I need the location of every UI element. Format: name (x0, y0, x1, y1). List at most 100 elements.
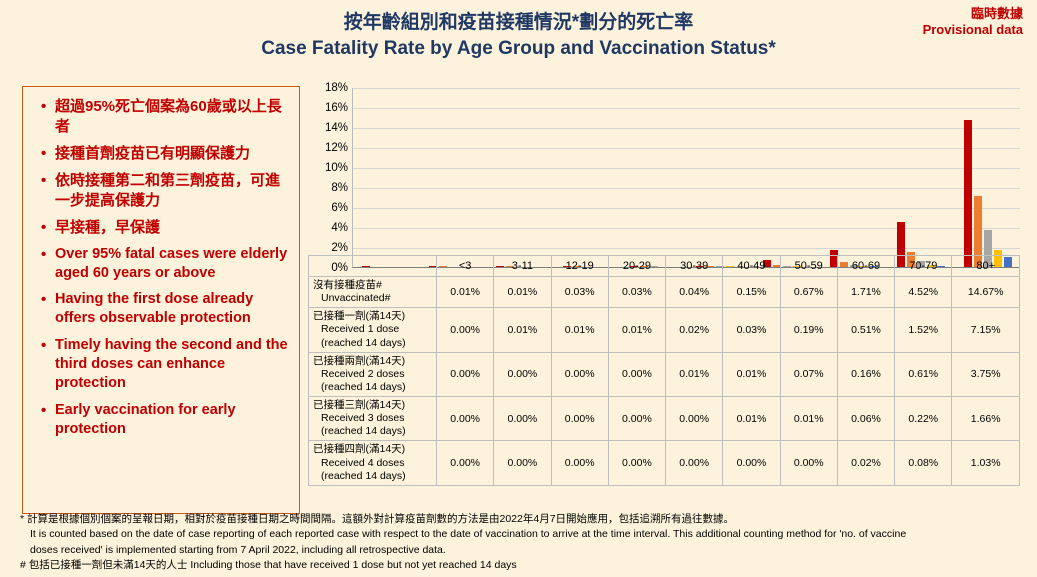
table-cell: 0.01% (607, 307, 667, 353)
key-message-item: 超過95%死亡個案為60歲或以上長者 (41, 97, 291, 137)
table-cell: 0.00% (435, 395, 495, 442)
chart-bar-group (487, 88, 554, 267)
table-cell: 0.00% (435, 440, 495, 486)
table-row-header: 已接種兩劑(滿14天) Received 2 doses (reached 14 … (308, 351, 437, 398)
case-fatality-rate-chart: 0% 2% 4% 6% 8% 10% 12% 14% 16% 18% (308, 82, 1020, 280)
table-cell: 0.00% (550, 351, 609, 398)
table-cell: 0.00% (665, 395, 724, 442)
table-row-header: 已接種三劑(滿14天) Received 3 doses (reached 14 … (308, 395, 437, 442)
table-cell: 0.19% (779, 307, 838, 353)
chart-bar-group (954, 88, 1021, 267)
y-axis-tick-label: 10% (324, 162, 348, 174)
page-title: 按年齡組別和疫苗接種情況*劃分的死亡率 Case Fatality Rate b… (0, 10, 1037, 61)
table-cell: 0.67% (779, 275, 838, 309)
table-cell: 0.61% (894, 351, 953, 398)
chart-bar-group (353, 88, 420, 267)
key-messages-box: 超過95%死亡個案為60歲或以上長者接種首劑疫苗已有明顯保護力依時接種第二和第三… (22, 86, 300, 514)
table-column-header: 60-69 (836, 255, 896, 277)
table-cell: 0.06% (836, 395, 896, 442)
table-cell: 0.00% (665, 440, 724, 486)
chart-bar-group (887, 88, 954, 267)
table-cell: 1.52% (894, 307, 953, 353)
table-cell: 0.02% (836, 440, 896, 486)
table-cell: 0.04% (665, 275, 724, 309)
table-cell: 0.01% (665, 351, 724, 398)
page-title-en: Case Fatality Rate by Age Group and Vacc… (261, 37, 776, 59)
table-cell: 0.01% (435, 275, 495, 309)
table-cell: 0.00% (550, 440, 609, 486)
footnotes: * 計算是根據個別個案的呈報日期，相對於疫苗接種日期之時間間隔。這額外對計算疫苗… (20, 512, 1023, 573)
key-message-item: Having the first dose already offers obs… (41, 290, 291, 329)
footnote-line: It is counted based on the date of case … (30, 528, 907, 541)
table-cell: 1.71% (836, 275, 896, 309)
key-message-item: Early vaccination for early protection (41, 401, 291, 440)
footnote-line: doses received' is implemented starting … (30, 543, 446, 556)
table-cell: 1.03% (951, 440, 1020, 486)
table-header-row: <3 3-11 12-19 20-29 30-39 40-49 50-59 60-69 70-7… (308, 255, 1020, 277)
table-cell: 0.01% (550, 307, 609, 353)
table-cell: 0.00% (435, 351, 495, 398)
table-cell: 0.15% (722, 275, 781, 309)
table-cell: 0.01% (493, 307, 552, 353)
y-axis-tick-label: 12% (324, 142, 348, 154)
table-cell: 0.03% (607, 275, 667, 309)
table-column-header: <3 (435, 255, 495, 277)
table-body: 沒有接種疫苗# Unvaccinated# 0.01% 0.01% 0.03% 0.03%… (308, 275, 1020, 486)
table-cell: 0.01% (779, 395, 838, 442)
table-cell: 0.51% (836, 307, 896, 353)
table-cell: 0.01% (722, 351, 781, 398)
table-row-header-cn: 沒有接種疫苗# (313, 279, 382, 291)
table-row-header: 已接種一劑(滿14天) Received 1 dose (reached 14 d… (308, 307, 437, 353)
table-cell: 0.02% (665, 307, 724, 353)
table-cell: 0.00% (779, 440, 838, 486)
table-cell: 0.00% (550, 395, 609, 442)
chart-bar (963, 120, 972, 267)
y-axis-tick-label: 18% (324, 82, 348, 94)
table-column-header: 80+ (951, 255, 1020, 277)
table-cell: 0.00% (722, 440, 781, 486)
table-row-header-cn: 已接種一劑(滿14天) (313, 310, 406, 323)
chart-bar-group (821, 88, 888, 267)
y-axis-tick-label: 16% (324, 102, 348, 114)
table-cell: 4.52% (894, 275, 953, 309)
chart-y-axis-labels: 0% 2% 4% 6% 8% 10% 12% 14% 16% 18% (308, 82, 350, 274)
table-row-header-en: Received 2 doses (reached 14 days) (321, 367, 406, 393)
key-message-item: Timely having the second and the third d… (41, 336, 291, 394)
table-row: 已接種四劑(滿14天) Received 4 doses (reached 14 … (308, 440, 1020, 486)
table-corner-cell (308, 255, 437, 277)
table-row: 已接種兩劑(滿14天) Received 2 doses (reached 14 … (308, 351, 1020, 398)
table-row: 已接種一劑(滿14天) Received 1 dose (reached 14 d… (308, 307, 1020, 353)
table-cell: 3.75% (951, 351, 1020, 398)
y-axis-tick-label: 2% (331, 242, 348, 254)
table-cell: 0.00% (493, 395, 552, 442)
table-row-header-en: Received 3 doses (reached 14 days) (321, 412, 406, 438)
table-cell: 0.07% (779, 351, 838, 398)
y-axis-tick-label: 6% (331, 202, 348, 214)
table-cell: 0.00% (493, 440, 552, 486)
table-column-header: 20-29 (607, 255, 667, 277)
table-cell: 0.00% (435, 307, 495, 353)
table-column-header: 30-39 (665, 255, 724, 277)
table-cell: 0.00% (607, 395, 667, 442)
table-cell: 7.15% (951, 307, 1020, 353)
table-cell: 0.08% (894, 440, 953, 486)
table-row-header-cn: 已接種三劑(滿14天) (313, 399, 406, 411)
table-cell: 0.16% (836, 351, 896, 398)
table-cell: 0.03% (550, 275, 609, 309)
table-cell: 0.00% (607, 351, 667, 398)
table-row: 已接種三劑(滿14天) Received 3 doses (reached 14 … (308, 395, 1020, 442)
table-cell: 0.03% (722, 307, 781, 353)
table-cell: 0.01% (722, 395, 781, 442)
table-column-header: 40-49 (722, 255, 781, 277)
table-cell: 1.66% (951, 395, 1020, 442)
key-message-item: 接種首劑疫苗已有明顯保護力 (41, 144, 291, 164)
table-row-header-en: Received 1 dose (reached 14 days) (321, 323, 406, 349)
footnote-line: # 包括已接種一劑但未滿14天的人士 Including those that … (20, 558, 517, 571)
chart-plot-area (352, 88, 1020, 268)
table-column-header: 12-19 (550, 255, 609, 277)
chart-bar-group (754, 88, 821, 267)
chart-bar-group (620, 88, 687, 267)
table-row-header-en: Unvaccinated# (321, 292, 391, 305)
table-cell: 14.67% (951, 275, 1020, 309)
table-row-header-cn: 已接種兩劑(滿14天) (313, 354, 406, 367)
